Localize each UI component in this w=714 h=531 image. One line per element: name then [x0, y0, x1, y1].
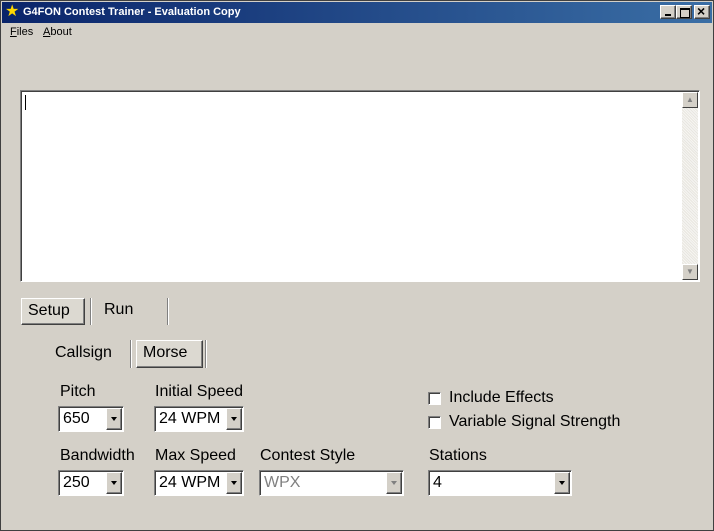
chevron-down-icon[interactable] — [226, 408, 242, 430]
tab-run[interactable]: Run — [98, 298, 158, 325]
pitch-select[interactable]: 650 — [58, 406, 124, 432]
window-title: G4FON Contest Trainer - Evaluation Copy — [23, 6, 241, 18]
variable-signal-checkbox[interactable] — [428, 416, 441, 429]
menu-files[interactable]: Files — [10, 26, 33, 39]
bandwidth-value: 250 — [63, 474, 90, 491]
contest-style-value: WPX — [264, 474, 301, 491]
tab-setup[interactable]: Setup — [21, 298, 85, 325]
pitch-value: 650 — [63, 410, 90, 427]
tab-morse[interactable]: Morse — [136, 340, 203, 368]
tab-morse-label: Morse — [143, 344, 188, 361]
stations-select[interactable]: 4 — [428, 470, 572, 496]
minimize-button[interactable] — [660, 5, 676, 19]
memo-scrollbar[interactable]: ▲ ▼ — [682, 92, 698, 280]
scroll-up-button[interactable]: ▲ — [682, 92, 698, 108]
text-caret — [25, 95, 26, 110]
stations-label: Stations — [429, 447, 487, 464]
chevron-down-icon[interactable] — [554, 472, 570, 494]
contest-style-select[interactable]: WPX — [259, 470, 404, 496]
bandwidth-label: Bandwidth — [60, 447, 135, 464]
tab-run-label: Run — [104, 301, 134, 318]
chevron-down-icon[interactable] — [106, 472, 122, 494]
tab-setup-label: Setup — [28, 302, 70, 319]
menu-bar: Files About — [2, 23, 712, 41]
output-memo[interactable]: ▲ ▼ — [20, 90, 700, 282]
scroll-down-button[interactable]: ▼ — [682, 264, 698, 280]
bandwidth-select[interactable]: 250 — [58, 470, 124, 496]
menu-about[interactable]: About — [43, 26, 72, 39]
initial-speed-select[interactable]: 24 WPM — [154, 406, 244, 432]
tab-separator — [90, 298, 92, 325]
close-button[interactable] — [694, 3, 710, 19]
title-bar[interactable]: ★ G4FON Contest Trainer - Evaluation Cop… — [2, 2, 712, 23]
chevron-down-icon[interactable] — [386, 472, 402, 494]
include-effects-checkbox[interactable] — [428, 392, 441, 405]
tab-callsign[interactable]: Callsign — [49, 341, 129, 368]
maximize-button[interactable] — [676, 5, 692, 19]
tab-callsign-label: Callsign — [55, 344, 112, 361]
max-speed-select[interactable]: 24 WPM — [154, 470, 244, 496]
max-speed-label: Max Speed — [155, 447, 236, 464]
variable-signal-label: Variable Signal Strength — [449, 413, 621, 430]
tab-separator — [167, 298, 169, 325]
contest-style-label: Contest Style — [260, 447, 356, 464]
chevron-down-icon[interactable] — [106, 408, 122, 430]
chevron-down-icon[interactable] — [226, 472, 242, 494]
initial-speed-label: Initial Speed — [155, 383, 244, 400]
tab-separator — [130, 340, 132, 368]
pitch-label: Pitch — [60, 383, 96, 400]
max-speed-value: 24 WPM — [159, 474, 221, 491]
include-effects-label: Include Effects — [449, 389, 554, 406]
app-window: ★ G4FON Contest Trainer - Evaluation Cop… — [0, 0, 714, 531]
tab-separator — [205, 340, 207, 368]
stations-value: 4 — [433, 474, 442, 491]
star-icon: ★ — [5, 3, 20, 20]
initial-speed-value: 24 WPM — [159, 410, 221, 427]
